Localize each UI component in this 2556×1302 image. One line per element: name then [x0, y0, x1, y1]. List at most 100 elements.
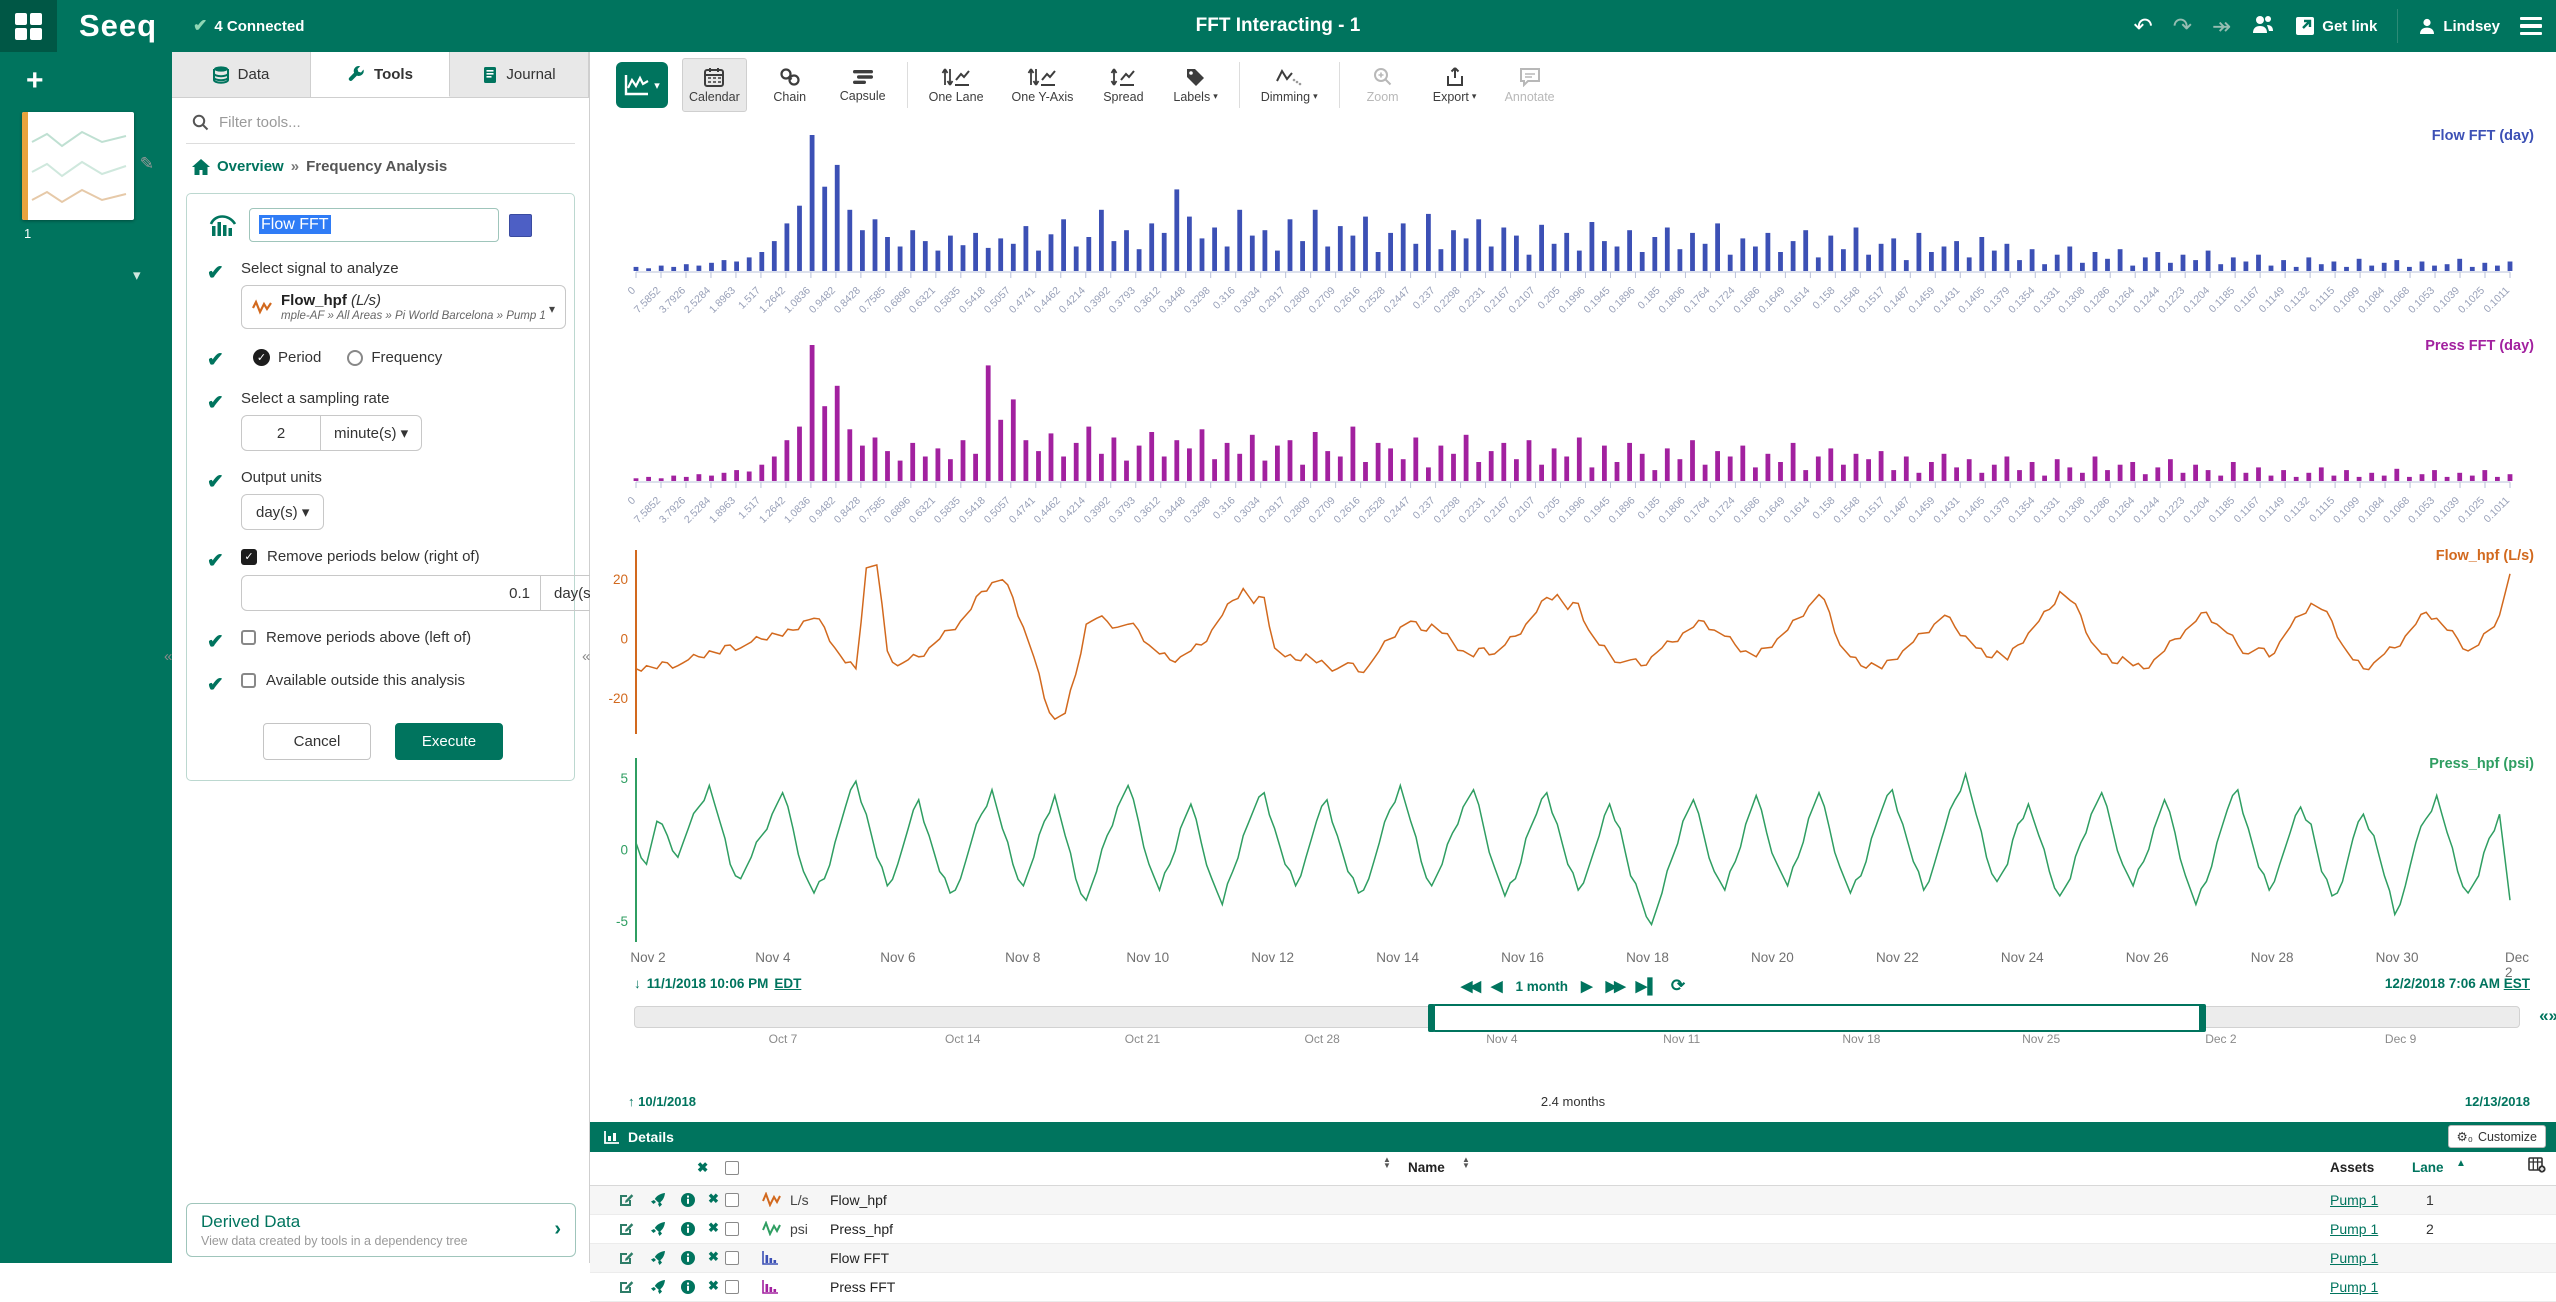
info-icon[interactable]	[680, 1279, 696, 1298]
hamburger-menu-icon[interactable]	[2520, 17, 2542, 36]
scrollbar-track[interactable]	[634, 1006, 2520, 1028]
customize-button[interactable]: ⚙₀ Customize	[2448, 1125, 2546, 1148]
sort-icon[interactable]: ▲▼	[1462, 1157, 1470, 1170]
step-to-end-icon[interactable]: ▶▌	[1636, 977, 1658, 995]
sampling-rate-input[interactable]	[241, 415, 321, 451]
user-menu[interactable]: Lindsey	[2418, 17, 2500, 35]
row-checkbox[interactable]	[725, 1222, 739, 1236]
info-icon[interactable]	[680, 1192, 696, 1211]
chain-button[interactable]: Chain	[761, 58, 819, 112]
filter-tools-input[interactable]	[219, 114, 549, 131]
home-icon[interactable]	[192, 159, 210, 175]
tools-collapse-handle[interactable]: «	[582, 648, 590, 665]
frequency-radio[interactable]: Frequency	[347, 349, 442, 366]
spread-button[interactable]: Spread	[1094, 58, 1152, 112]
calendar-button[interactable]: Calendar	[682, 58, 747, 112]
rocket-icon[interactable]	[650, 1192, 666, 1211]
select-all-checkbox[interactable]	[725, 1161, 739, 1175]
asset-link[interactable]: Pump 1	[2330, 1250, 2378, 1266]
remove-icon[interactable]: ✖	[708, 1278, 719, 1294]
capsule-button[interactable]: Capsule	[833, 58, 893, 112]
period-radio[interactable]: ✓ Period	[253, 349, 321, 366]
view-mode-button[interactable]: ▾	[616, 62, 668, 108]
export-button[interactable]: Export ▾	[1426, 58, 1484, 112]
duration-label[interactable]: 1 month	[1516, 979, 1569, 994]
asset-link[interactable]: Pump 1	[2330, 1192, 2378, 1208]
investigate-start[interactable]: ↑ 10/1/2018	[628, 1094, 696, 1109]
rocket-icon[interactable]	[650, 1221, 666, 1240]
tab-data[interactable]: Data	[172, 52, 311, 97]
investigate-end[interactable]: 12/13/2018	[2465, 1094, 2530, 1109]
edit-worksheet-icon[interactable]: ✎	[140, 154, 154, 174]
worksheet-thumbnail[interactable]	[22, 112, 134, 220]
range-end[interactable]: 12/2/2018 7:06 AM EST	[2385, 976, 2530, 991]
remove-below-checkbox[interactable]: ✓ Remove periods below (right of)	[241, 548, 621, 565]
item-name[interactable]: Press_hpf	[830, 1221, 893, 1237]
cancel-button[interactable]: Cancel	[263, 723, 371, 760]
available-outside-checkbox[interactable]: Available outside this analysis	[241, 672, 562, 689]
edit-icon[interactable]	[618, 1192, 634, 1211]
lane-press-hpf[interactable]: 50-5 Press_hpf (psi)	[590, 748, 2556, 950]
range-start[interactable]: ↓ 11/1/2018 10:06 PM EDT	[634, 976, 801, 991]
tool-name-input[interactable]: Flow FFT	[249, 208, 499, 242]
tab-journal[interactable]: Journal	[450, 52, 589, 97]
scrollbar-left-handle[interactable]	[1428, 1004, 1435, 1032]
refresh-icon[interactable]: ⟳	[1671, 976, 1685, 996]
app-grid-button[interactable]	[0, 0, 57, 52]
asset-link[interactable]: Pump 1	[2330, 1221, 2378, 1237]
step-back-icon[interactable]: ◀	[1491, 977, 1503, 995]
new-worksheet-button[interactable]: +	[26, 66, 172, 96]
one-lane-button[interactable]: One Lane	[922, 58, 991, 112]
dimming-button[interactable]: Dimming ▾	[1254, 58, 1325, 112]
step-forward-fast-icon[interactable]: ▶▶	[1606, 977, 1623, 995]
sidebar-collapse-handle[interactable]: «	[164, 648, 172, 665]
undo-icon[interactable]: ↶	[2133, 15, 2152, 38]
redo-all-icon[interactable]: ↠	[2212, 15, 2231, 38]
rocket-icon[interactable]	[650, 1279, 666, 1298]
edit-icon[interactable]	[618, 1250, 634, 1269]
scrollbar-right-handle[interactable]	[2199, 1004, 2206, 1032]
rocket-icon[interactable]	[650, 1250, 666, 1269]
sort-asc-icon[interactable]: ▲	[2456, 1158, 2466, 1169]
remove-icon[interactable]: ✖	[708, 1191, 719, 1207]
step-back-fast-icon[interactable]: ◀◀	[1461, 977, 1478, 995]
one-y-axis-button[interactable]: One Y-Axis	[1005, 58, 1081, 112]
name-column-header[interactable]: Name	[1408, 1160, 1445, 1175]
derived-data-card[interactable]: Derived Data View data created by tools …	[186, 1203, 576, 1257]
remove-all-icon[interactable]: ✖	[697, 1160, 708, 1176]
lane-flow-fft[interactable]: 07.58523.79262.52841.89631.5171.26421.08…	[590, 120, 2556, 330]
item-name[interactable]: Flow FFT	[830, 1250, 889, 1266]
get-link-button[interactable]: Get link	[2295, 16, 2377, 36]
asset-link[interactable]: Pump 1	[2330, 1279, 2378, 1295]
sort-icon[interactable]: ▲▼	[1383, 1157, 1391, 1170]
redo-icon[interactable]: ↷	[2173, 15, 2192, 38]
edit-icon[interactable]	[618, 1279, 634, 1298]
signal-select-dropdown[interactable]: Flow_hpf (L/s) mple-AF » All Areas » Pi …	[241, 285, 566, 329]
info-icon[interactable]	[680, 1250, 696, 1269]
info-icon[interactable]	[680, 1221, 696, 1240]
add-column-icon[interactable]	[2528, 1157, 2546, 1176]
breadcrumb-overview[interactable]: Overview	[217, 158, 284, 175]
remove-below-input[interactable]	[241, 575, 541, 611]
sampling-unit-dropdown[interactable]: minute(s) ▾	[321, 415, 422, 451]
scrollbar-expand-icon[interactable]: «»	[2539, 1006, 2556, 1026]
scrollbar-window[interactable]	[1432, 1004, 2204, 1032]
tab-tools[interactable]: Tools	[311, 52, 450, 97]
labels-button[interactable]: Labels ▾	[1166, 58, 1224, 112]
row-checkbox[interactable]	[725, 1193, 739, 1207]
users-icon[interactable]	[2251, 14, 2275, 38]
edit-icon[interactable]	[618, 1221, 634, 1240]
lane-column-header[interactable]: Lane	[2412, 1160, 2444, 1175]
color-swatch[interactable]	[509, 214, 532, 237]
item-name[interactable]: Flow_hpf	[830, 1192, 887, 1208]
lane-flow-hpf[interactable]: 200-20 Flow_hpf (L/s)	[590, 540, 2556, 748]
remove-above-checkbox[interactable]: Remove periods above (left of)	[241, 629, 562, 646]
execute-button[interactable]: Execute	[395, 723, 503, 760]
chevron-down-icon[interactable]: ▾	[133, 266, 141, 284]
output-units-dropdown[interactable]: day(s) ▾	[241, 494, 324, 530]
lane-press-fft[interactable]: 07.58523.79262.52841.89631.5171.26421.08…	[590, 330, 2556, 540]
remove-icon[interactable]: ✖	[708, 1220, 719, 1236]
item-name[interactable]: Press FFT	[830, 1279, 895, 1295]
step-forward-icon[interactable]: ▶	[1581, 977, 1593, 995]
assets-column-header[interactable]: Assets	[2330, 1160, 2374, 1175]
